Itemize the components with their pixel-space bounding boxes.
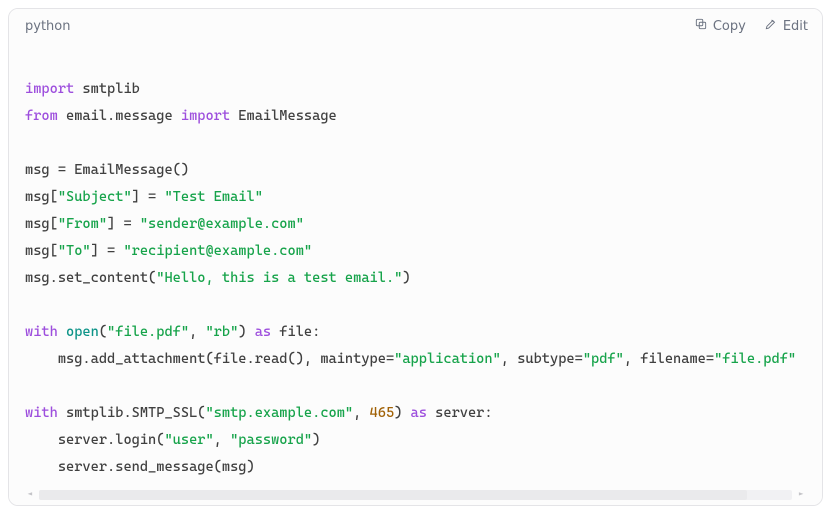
scroll-left-icon[interactable]: ◄	[25, 490, 35, 500]
code-token: "To"	[58, 243, 91, 259]
code-token: msg = EmailMessage()	[25, 162, 189, 178]
code-token: as	[255, 324, 271, 340]
code-token: msg[	[25, 216, 58, 232]
code-token: msg.add_attachment(file.read(), maintype…	[25, 351, 394, 367]
code-token: msg[	[25, 243, 58, 259]
code-token: )	[238, 324, 254, 340]
header-actions: Copy Edit	[694, 17, 808, 35]
edit-label: Edit	[783, 19, 808, 34]
code-token: open	[66, 324, 99, 340]
code-token: "Hello, this is a test email."	[156, 270, 402, 286]
code-token: file:	[271, 324, 320, 340]
code-token: , filename=	[624, 351, 714, 367]
code-token: server.login(	[25, 432, 164, 448]
code-token: "file.pdf"	[107, 324, 189, 340]
code-token: "file.pdf"	[714, 351, 796, 367]
code-token: )	[394, 405, 410, 421]
code-token: "rb"	[205, 324, 238, 340]
code-token: (	[99, 324, 107, 340]
code-block: python Copy Edit import smtplib from ema…	[8, 8, 823, 506]
code-token: import	[181, 108, 230, 124]
code-token: as	[411, 405, 427, 421]
code-token: "pdf"	[583, 351, 624, 367]
code-token: msg[	[25, 189, 58, 205]
code-token: with	[25, 324, 58, 340]
code-token: )	[402, 270, 410, 286]
code-token: import	[25, 81, 74, 97]
code-token: 465	[370, 405, 395, 421]
scroll-thumb[interactable]	[39, 490, 747, 500]
code-header: python Copy Edit	[9, 9, 822, 43]
code-token: ] =	[132, 189, 165, 205]
code-token: "Subject"	[58, 189, 132, 205]
code-token: )	[312, 432, 320, 448]
code-token: from	[25, 108, 58, 124]
scroll-right-icon[interactable]: ►	[796, 490, 806, 500]
code-token: smtplib	[74, 81, 140, 97]
code-token: ,	[189, 324, 205, 340]
code-token: "sender@example.com"	[140, 216, 304, 232]
code-token: msg.set_content(	[25, 270, 156, 286]
horizontal-scrollbar[interactable]: ◄ ►	[9, 491, 822, 505]
edit-button[interactable]: Edit	[764, 17, 808, 35]
code-token: server.send_message(msg)	[25, 459, 255, 475]
code-token: EmailMessage	[230, 108, 337, 124]
code-token: "password"	[230, 432, 312, 448]
code-area[interactable]: import smtplib from email.message import…	[9, 43, 822, 491]
code-token: ,	[353, 405, 369, 421]
code-content: import smtplib from email.message import…	[25, 49, 806, 481]
code-token: "From"	[58, 216, 107, 232]
language-label: python	[25, 19, 70, 34]
code-token: , subtype=	[501, 351, 583, 367]
code-token: ] =	[91, 243, 124, 259]
copy-icon	[694, 17, 708, 35]
code-token: with	[25, 405, 58, 421]
code-token: "smtp.example.com"	[205, 405, 353, 421]
code-token: "application"	[394, 351, 501, 367]
code-token: "user"	[164, 432, 213, 448]
code-token: ,	[214, 432, 230, 448]
scroll-track[interactable]	[39, 490, 792, 500]
edit-icon	[764, 17, 778, 35]
code-token: email.message	[58, 108, 181, 124]
code-token	[58, 324, 66, 340]
code-token: smtplib.SMTP_SSL(	[58, 405, 206, 421]
code-token: server:	[427, 405, 493, 421]
code-token: "recipient@example.com"	[123, 243, 312, 259]
code-token: ] =	[107, 216, 140, 232]
code-token: "Test Email"	[164, 189, 262, 205]
copy-label: Copy	[713, 19, 746, 34]
copy-button[interactable]: Copy	[694, 17, 746, 35]
